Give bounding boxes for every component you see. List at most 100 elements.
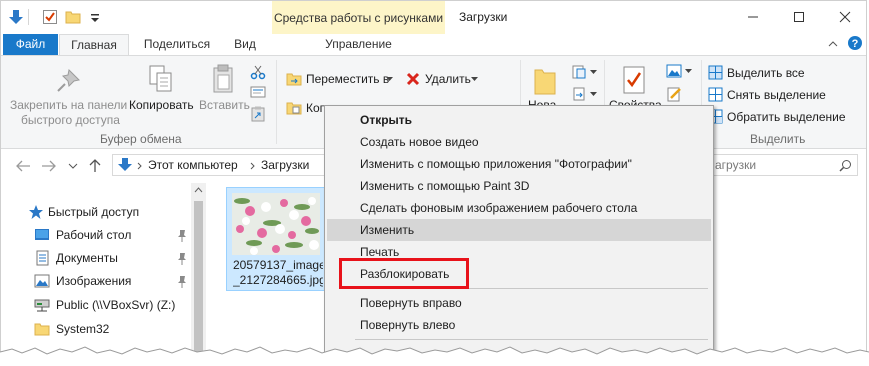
new-item-icon[interactable] bbox=[571, 64, 587, 80]
tab-file[interactable]: Файл bbox=[3, 34, 58, 55]
image-thumbnail bbox=[232, 193, 320, 255]
torn-edge bbox=[0, 346, 869, 366]
dropdown-arrow-icon bbox=[685, 69, 692, 73]
menu-item-open[interactable]: Открыть bbox=[327, 109, 711, 131]
svg-text:?: ? bbox=[852, 38, 859, 50]
minimize-icon bbox=[748, 16, 758, 17]
pin-icon[interactable] bbox=[177, 253, 187, 265]
invert-selection-button[interactable]: Обратить выделение bbox=[727, 110, 846, 124]
forward-arrow-icon[interactable] bbox=[41, 160, 57, 172]
pin-icon bbox=[57, 68, 81, 92]
maximize-button[interactable] bbox=[776, 1, 822, 32]
folder-icon bbox=[34, 323, 50, 336]
paste-button[interactable]: Вставить bbox=[199, 98, 250, 112]
nav-item-label: Public (\\VBoxSvr) (Z:) bbox=[56, 298, 176, 312]
pin-icon[interactable] bbox=[177, 230, 187, 242]
file-name-line-1: 20579137_images bbox=[233, 258, 323, 272]
folder-icon[interactable] bbox=[65, 9, 81, 25]
maximize-icon bbox=[794, 11, 804, 22]
menu-item-create-video[interactable]: Создать новое видео bbox=[327, 131, 711, 153]
customize-toolbar-icon[interactable] bbox=[87, 9, 103, 25]
up-arrow-icon[interactable] bbox=[89, 158, 101, 172]
open-icon[interactable] bbox=[666, 64, 682, 78]
minimize-button[interactable] bbox=[730, 1, 776, 32]
select-all-icon bbox=[708, 65, 723, 80]
tab-share[interactable]: Поделиться bbox=[139, 34, 215, 55]
documents-icon bbox=[36, 250, 49, 266]
new-folder-icon bbox=[534, 69, 556, 95]
down-arrow-icon[interactable] bbox=[8, 9, 24, 25]
downloads-icon bbox=[118, 158, 132, 171]
menu-item-rotate-right[interactable]: Повернуть вправо bbox=[327, 292, 711, 314]
properties-check-icon[interactable] bbox=[42, 9, 58, 25]
pin-quick-access-label-1[interactable]: Закрепить на панели bbox=[10, 98, 127, 112]
explorer-window: Средства работы с рисунками Загрузки Фай… bbox=[0, 0, 867, 366]
delete-button[interactable]: Удалить bbox=[425, 72, 471, 86]
menu-item-edit-with-photos[interactable]: Изменить с помощью приложения "Фотографи… bbox=[327, 153, 711, 175]
select-all-button[interactable]: Выделить все bbox=[727, 66, 805, 80]
title-bar: Средства работы с рисунками Загрузки bbox=[1, 1, 866, 34]
nav-scrollbar-thumb[interactable] bbox=[194, 201, 203, 365]
picture-tools-header: Средства работы с рисунками bbox=[272, 1, 445, 34]
network-drive-icon bbox=[34, 299, 50, 312]
nav-item-label: System32 bbox=[56, 322, 110, 336]
dropdown-arrow-icon bbox=[471, 77, 478, 81]
collapse-ribbon-icon[interactable] bbox=[827, 38, 839, 50]
search-icon[interactable] bbox=[839, 159, 852, 172]
breadcrumb-chevron-icon[interactable] bbox=[137, 162, 143, 170]
nav-quick-access-label: Быстрый доступ bbox=[48, 205, 140, 219]
paste-shortcut-icon[interactable] bbox=[251, 106, 265, 122]
move-to-button[interactable]: Переместить в bbox=[306, 72, 389, 86]
help-icon[interactable]: ? bbox=[847, 35, 863, 51]
star-icon bbox=[29, 205, 43, 219]
tab-view[interactable]: Вид bbox=[227, 34, 263, 55]
highlight-callout bbox=[339, 258, 469, 289]
recent-locations-icon[interactable] bbox=[68, 163, 78, 169]
properties-icon bbox=[623, 66, 645, 94]
nav-item-label: Документы bbox=[56, 251, 118, 265]
cut-icon[interactable] bbox=[250, 64, 266, 80]
copy-icon bbox=[149, 65, 172, 92]
breadcrumb-downloads[interactable]: Загрузки bbox=[261, 158, 309, 172]
menu-item-rotate-left[interactable]: Повернуть влево bbox=[327, 314, 711, 336]
close-icon bbox=[839, 11, 851, 22]
copy-button[interactable]: Копировать bbox=[129, 98, 194, 112]
close-button[interactable] bbox=[822, 1, 866, 32]
copy-path-icon[interactable] bbox=[250, 86, 266, 98]
select-none-button[interactable]: Снять выделение bbox=[727, 88, 826, 102]
select-none-icon bbox=[708, 87, 723, 102]
search-box[interactable]: агрузки bbox=[708, 154, 858, 176]
menu-item-edit[interactable]: Изменить bbox=[327, 219, 711, 241]
breadcrumb-this-pc[interactable]: Этот компьютер bbox=[148, 158, 238, 172]
edit-icon[interactable] bbox=[666, 86, 682, 102]
menu-item-edit-with-paint3d[interactable]: Изменить с помощью Paint 3D bbox=[327, 175, 711, 197]
menu-item-set-desktop-background[interactable]: Сделать фоновым изображением рабочего ст… bbox=[327, 197, 711, 219]
tab-home[interactable]: Главная bbox=[59, 34, 129, 56]
menu-separator bbox=[355, 339, 708, 340]
clipboard-group-label: Буфер обмена bbox=[100, 132, 182, 146]
toolbar-separator bbox=[28, 9, 29, 25]
easy-access-icon[interactable] bbox=[571, 86, 587, 102]
ribbon-tabs: Файл Главная Поделиться Вид Управление ? bbox=[1, 34, 866, 88]
pin-quick-access-label-2[interactable]: быстрого доступа bbox=[21, 113, 120, 127]
copy-to-icon bbox=[286, 102, 302, 115]
pin-icon[interactable] bbox=[177, 276, 187, 288]
scroll-up-icon[interactable] bbox=[194, 187, 203, 193]
navigation-pane: Быстрый доступ Рабочий стол Документы Из… bbox=[1, 183, 207, 365]
file-name-line-2: _2127284665.jpg bbox=[233, 273, 323, 287]
dropdown-arrow-icon bbox=[386, 77, 393, 81]
file-item-selected[interactable]: 20579137_images _2127284665.jpg bbox=[226, 187, 326, 291]
nav-item-label: Рабочий стол bbox=[56, 228, 132, 242]
pictures-icon bbox=[34, 274, 50, 288]
delete-icon bbox=[406, 72, 420, 86]
tab-manage[interactable]: Управление bbox=[301, 34, 416, 55]
search-placeholder: агрузки bbox=[715, 158, 757, 172]
context-menu: Открыть Создать новое видео Изменить с п… bbox=[324, 105, 714, 365]
window-title: Загрузки bbox=[459, 10, 508, 24]
dropdown-arrow-icon bbox=[590, 92, 597, 96]
desktop-icon bbox=[35, 229, 49, 240]
nav-item-label: Изображения bbox=[56, 274, 132, 288]
back-arrow-icon[interactable] bbox=[15, 160, 31, 172]
breadcrumb-chevron-icon[interactable] bbox=[250, 162, 256, 170]
group-separator bbox=[276, 60, 277, 144]
